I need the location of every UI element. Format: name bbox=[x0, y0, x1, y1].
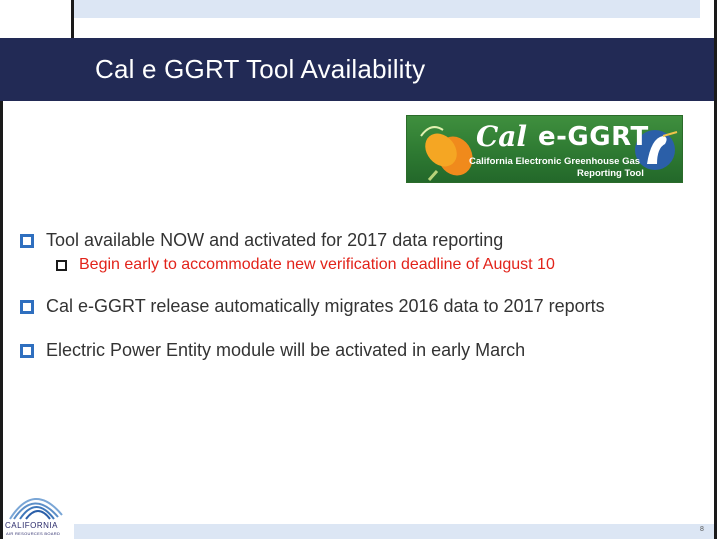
top-accent-bar bbox=[74, 0, 700, 18]
square-bullet-icon bbox=[20, 344, 34, 358]
bullet-text: Tool available NOW and activated for 201… bbox=[46, 230, 504, 250]
bottom-accent-bar bbox=[74, 524, 714, 539]
title-band: Cal e GGRT Tool Availability bbox=[0, 38, 714, 101]
bullet-text: Cal e-GGRT release automatically migrate… bbox=[46, 296, 605, 316]
sub-bullet-text: Begin early to accommodate new verificat… bbox=[79, 256, 555, 273]
square-bullet-icon bbox=[20, 234, 34, 248]
slide: Cal e GGRT Tool Availability Cal e-GGRT … bbox=[0, 0, 717, 539]
square-bullet-icon bbox=[56, 260, 67, 271]
logo-subtitle-line2: Reporting Tool bbox=[577, 168, 644, 179]
bullet-item: Tool available NOW and activated for 201… bbox=[20, 228, 700, 252]
bullet-item: Cal e-GGRT release automatically migrate… bbox=[20, 294, 700, 318]
cal-eggrt-logo: Cal e-GGRT California Electronic Greenho… bbox=[406, 115, 683, 183]
carb-name: CALIFORNIA bbox=[5, 521, 59, 530]
slide-title: Cal e GGRT Tool Availability bbox=[95, 54, 426, 84]
page-number: 8 bbox=[700, 526, 704, 533]
square-bullet-icon bbox=[20, 300, 34, 314]
carb-subname: AIR RESOURCES BOARD bbox=[6, 531, 61, 536]
sub-bullet-item: Begin early to accommodate new verificat… bbox=[56, 254, 700, 276]
logo-cal-text: Cal bbox=[476, 120, 528, 153]
frame-left-border bbox=[0, 95, 3, 539]
bullet-list: Tool available NOW and activated for 201… bbox=[20, 228, 700, 362]
logo-subtitle-line1: California Electronic Greenhouse Gas bbox=[469, 156, 641, 167]
bullet-text: Electric Power Entity module will be act… bbox=[46, 340, 526, 360]
bullet-item: Electric Power Entity module will be act… bbox=[20, 338, 700, 362]
logo-ggrt-text: e-GGRT bbox=[538, 122, 649, 152]
